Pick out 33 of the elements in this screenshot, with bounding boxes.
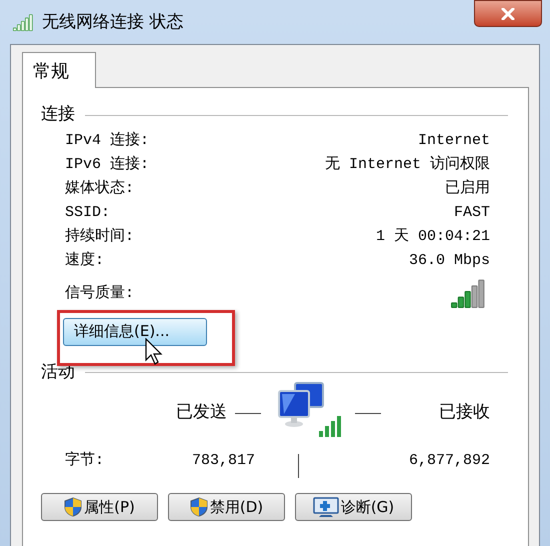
field-label: 媒体状态: [65, 178, 134, 200]
field-value: 1 天 00:04:21 [376, 227, 490, 248]
close-button[interactable] [474, 0, 542, 27]
diagnose-button[interactable]: 诊断(G) [295, 493, 412, 521]
connector-line [355, 412, 381, 414]
field-value: 无 Internet 访问权限 [324, 154, 490, 176]
field-value: 36.0 Mbps [408, 251, 490, 272]
tab[interactable]: 常规 [22, 52, 96, 88]
close-icon [501, 8, 515, 20]
shield-button[interactable]: 禁用(D) [168, 493, 285, 521]
mouse-cursor-icon [145, 338, 165, 366]
details-button[interactable]: 详细信息(E)... [63, 318, 207, 346]
shield-icon [64, 497, 82, 517]
connector-line [235, 412, 261, 414]
sent-label: 已发送 [175, 401, 227, 424]
field-label: IPv6 连接: [65, 154, 150, 176]
field-label: 信号质量: [65, 284, 134, 304]
bytes-received: 6,877,892 [408, 450, 490, 471]
window-title: 无线网络连接 状态 [42, 11, 184, 34]
section-heading: 连接 [41, 103, 75, 126]
field-label: 字节: [65, 450, 106, 471]
field-label: SSID: [65, 203, 110, 224]
received-label: 已接收 [438, 401, 490, 424]
field-label: 持续时间: [65, 226, 134, 248]
monitor-plus-icon [312, 496, 339, 518]
bytes-sent: 783,817 [190, 450, 255, 471]
field-label: 速度: [65, 250, 104, 272]
field-label: IPv4 连接: [65, 130, 150, 152]
field-value: Internet [418, 131, 490, 152]
field-value: FAST [454, 203, 490, 224]
shield-button[interactable]: 属性(P) [41, 493, 158, 521]
shield-icon [190, 497, 208, 517]
field-value: 已启用 [445, 178, 490, 200]
